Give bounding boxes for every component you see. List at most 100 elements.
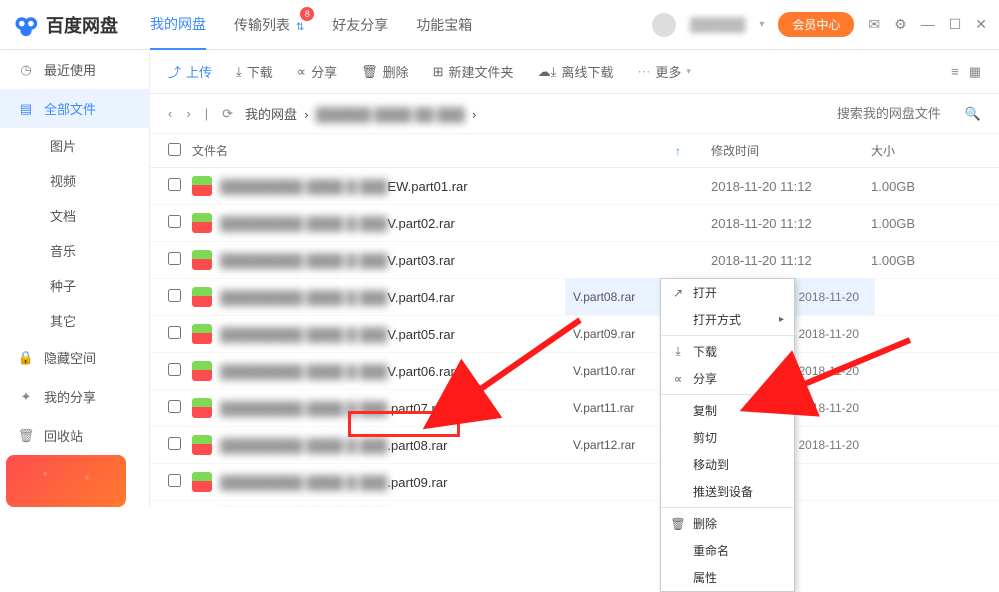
sidebar-item-recycle[interactable]: 🗑 回收站 xyxy=(0,416,149,455)
tab-toolbox[interactable]: 功能宝箱 xyxy=(416,1,472,49)
ctx-download[interactable]: ⤓下载 xyxy=(661,338,794,365)
crumb-root[interactable]: 我的网盘 xyxy=(245,107,297,122)
share-icon: ∝ xyxy=(297,64,306,80)
breadcrumb[interactable]: 我的网盘 › ██████ ████ ██ ███ › xyxy=(245,104,476,123)
files-icon: ▤ xyxy=(18,101,34,117)
refresh-icon[interactable]: ⟳ xyxy=(222,106,233,122)
delete-icon: 🗑 xyxy=(671,517,685,531)
col-mtime-label[interactable]: 修改时间 xyxy=(711,142,871,159)
chevron-right-icon: ▸ xyxy=(779,314,784,325)
share-icon: ∝ xyxy=(671,372,685,386)
offline-label: 离线下载 xyxy=(561,62,613,81)
ctx-rename-label: 重命名 xyxy=(693,542,729,559)
sidebar: ◷ 最近使用 ▤ 全部文件 图片 视频 文档 音乐 种子 其它 🔒 隐藏空间 ✦… xyxy=(0,50,150,507)
delete-button[interactable]: 🗑删除 xyxy=(361,62,409,81)
upload-button[interactable]: ⤴上传 xyxy=(168,62,212,81)
window-controls: ✉ ⚙ — ☐ ✕ xyxy=(868,16,987,33)
ctx-separator xyxy=(661,394,794,395)
row-checkbox[interactable] xyxy=(168,252,181,265)
download-icon: ⤓ xyxy=(671,344,685,359)
avatar[interactable] xyxy=(652,13,676,37)
sidebar-cat-docs[interactable]: 文档 xyxy=(0,198,149,233)
col-name-label[interactable]: 文件名 xyxy=(192,142,228,159)
row-checkbox[interactable] xyxy=(168,474,181,487)
ctx-push-device[interactable]: 推送到设备 xyxy=(661,478,794,505)
sort-asc-icon[interactable]: ↑ xyxy=(675,144,681,158)
folder-plus-icon: ⊞ xyxy=(433,64,444,80)
ctx-push-label: 推送到设备 xyxy=(693,483,753,500)
view-list-icon[interactable]: ≡ xyxy=(951,64,959,80)
ctx-share[interactable]: ∝分享 xyxy=(661,365,794,392)
ctx-move-to[interactable]: 移动到 xyxy=(661,451,794,478)
overlay-time: 2018-11-20 xyxy=(799,327,860,341)
promo-banner[interactable] xyxy=(6,455,126,507)
filename-suffix: V.part04.rar xyxy=(387,290,454,305)
nav-back-icon[interactable]: ‹ xyxy=(168,106,172,122)
ctx-open-with[interactable]: 打开方式▸ xyxy=(661,306,794,333)
offline-dl-button[interactable]: ☁⤓离线下载 xyxy=(538,62,614,81)
file-row[interactable]: █████████ ████ █ ███ .part10.rar xyxy=(150,501,999,507)
nav-forward-icon[interactable]: › xyxy=(186,106,190,122)
notify-icon[interactable]: ✉ xyxy=(868,16,880,33)
row-checkbox[interactable] xyxy=(168,178,181,191)
row-checkbox[interactable] xyxy=(168,215,181,228)
search-icon[interactable]: 🔍 xyxy=(965,106,981,122)
file-name-cell: █████████ ████ █ ███ V.part02.rar xyxy=(192,213,711,233)
maximize-icon[interactable]: ☐ xyxy=(949,16,962,33)
newfolder-button[interactable]: ⊞新建文件夹 xyxy=(433,62,514,81)
settings-icon[interactable]: ⚙ xyxy=(894,16,907,33)
select-all-checkbox[interactable] xyxy=(168,143,181,156)
filename-redacted: █████████ ████ █ ███ xyxy=(220,253,387,268)
minimize-icon[interactable]: — xyxy=(921,16,935,33)
ctx-delete[interactable]: 🗑删除 xyxy=(661,510,794,537)
vip-button[interactable]: 会员中心 xyxy=(778,12,854,37)
ctx-rename[interactable]: 重命名 xyxy=(661,537,794,564)
ctx-copy-label: 复制 xyxy=(693,402,717,419)
sidebar-cat-videos[interactable]: 视频 xyxy=(0,163,149,198)
sidebar-item-hidden[interactable]: 🔒 隐藏空间 xyxy=(0,338,149,377)
ctx-copy[interactable]: 复制 xyxy=(661,397,794,424)
ctx-moveto-label: 移动到 xyxy=(693,456,729,473)
filename-redacted: █████████ ████ █ ███ xyxy=(220,179,387,194)
ctx-separator xyxy=(661,335,794,336)
sidebar-cat-others[interactable]: 其它 xyxy=(0,303,149,338)
crumb-sep: › xyxy=(301,107,316,122)
lock-icon: 🔒 xyxy=(18,350,34,366)
row-checkbox[interactable] xyxy=(168,363,181,376)
tab-transfer[interactable]: 传输列表 ⇅ 8 xyxy=(234,1,304,49)
row-checkbox[interactable] xyxy=(168,437,181,450)
share-button[interactable]: ∝分享 xyxy=(297,62,337,81)
file-row[interactable]: █████████ ████ █ ███ .part09.rar xyxy=(150,464,999,501)
close-icon[interactable]: ✕ xyxy=(975,16,987,33)
download-button[interactable]: ⤓下载 xyxy=(236,62,273,81)
file-row[interactable]: █████████ ████ █ ███ V.part02.rar 2018-1… xyxy=(150,205,999,242)
ctx-open[interactable]: ↗打开 xyxy=(661,279,794,306)
nav-row: ‹ › | ⟳ 我的网盘 › ██████ ████ ██ ███ › 🔍 xyxy=(150,94,999,134)
row-checkbox[interactable] xyxy=(168,326,181,339)
ctx-props[interactable]: 属性 xyxy=(661,564,794,591)
view-grid-icon[interactable]: ▦ xyxy=(969,64,981,80)
filename-suffix: V.part06.rar xyxy=(387,364,454,379)
file-row[interactable]: █████████ ████ █ ███ V.part03.rar 2018-1… xyxy=(150,242,999,279)
tab-my-disk[interactable]: 我的网盘 xyxy=(150,0,206,50)
sidebar-item-myshare[interactable]: ✦ 我的分享 xyxy=(0,377,149,416)
col-size-label[interactable]: 大小 xyxy=(871,142,981,159)
sidebar-item-allfiles[interactable]: ▤ 全部文件 xyxy=(0,89,149,128)
more-button[interactable]: ⋯更多▾ xyxy=(637,62,691,81)
sidebar-cat-music[interactable]: 音乐 xyxy=(0,233,149,268)
sidebar-item-recent[interactable]: ◷ 最近使用 xyxy=(0,50,149,89)
overlay-time: 2018-11-20 xyxy=(799,290,860,304)
tab-friend-share[interactable]: 好友分享 xyxy=(332,1,388,49)
row-checkbox[interactable] xyxy=(168,400,181,413)
search-box[interactable]: 🔍 xyxy=(837,106,981,122)
row-checkbox[interactable] xyxy=(168,289,181,302)
filename-redacted: █████████ ████ █ ███ xyxy=(220,290,387,305)
dropdown-icon[interactable]: ▾ xyxy=(759,19,764,30)
filename-redacted: █████████ ████ █ ███ xyxy=(220,475,387,490)
ctx-cut[interactable]: 剪切 xyxy=(661,424,794,451)
file-row[interactable]: █████████ ████ █ ███ EW.part01.rar 2018-… xyxy=(150,168,999,205)
search-input[interactable] xyxy=(837,106,957,121)
title-bar: 百度网盘 我的网盘 传输列表 ⇅ 8 好友分享 功能宝箱 ██████ ▾ 会员… xyxy=(0,0,999,50)
sidebar-cat-torrents[interactable]: 种子 xyxy=(0,268,149,303)
sidebar-cat-images[interactable]: 图片 xyxy=(0,128,149,163)
